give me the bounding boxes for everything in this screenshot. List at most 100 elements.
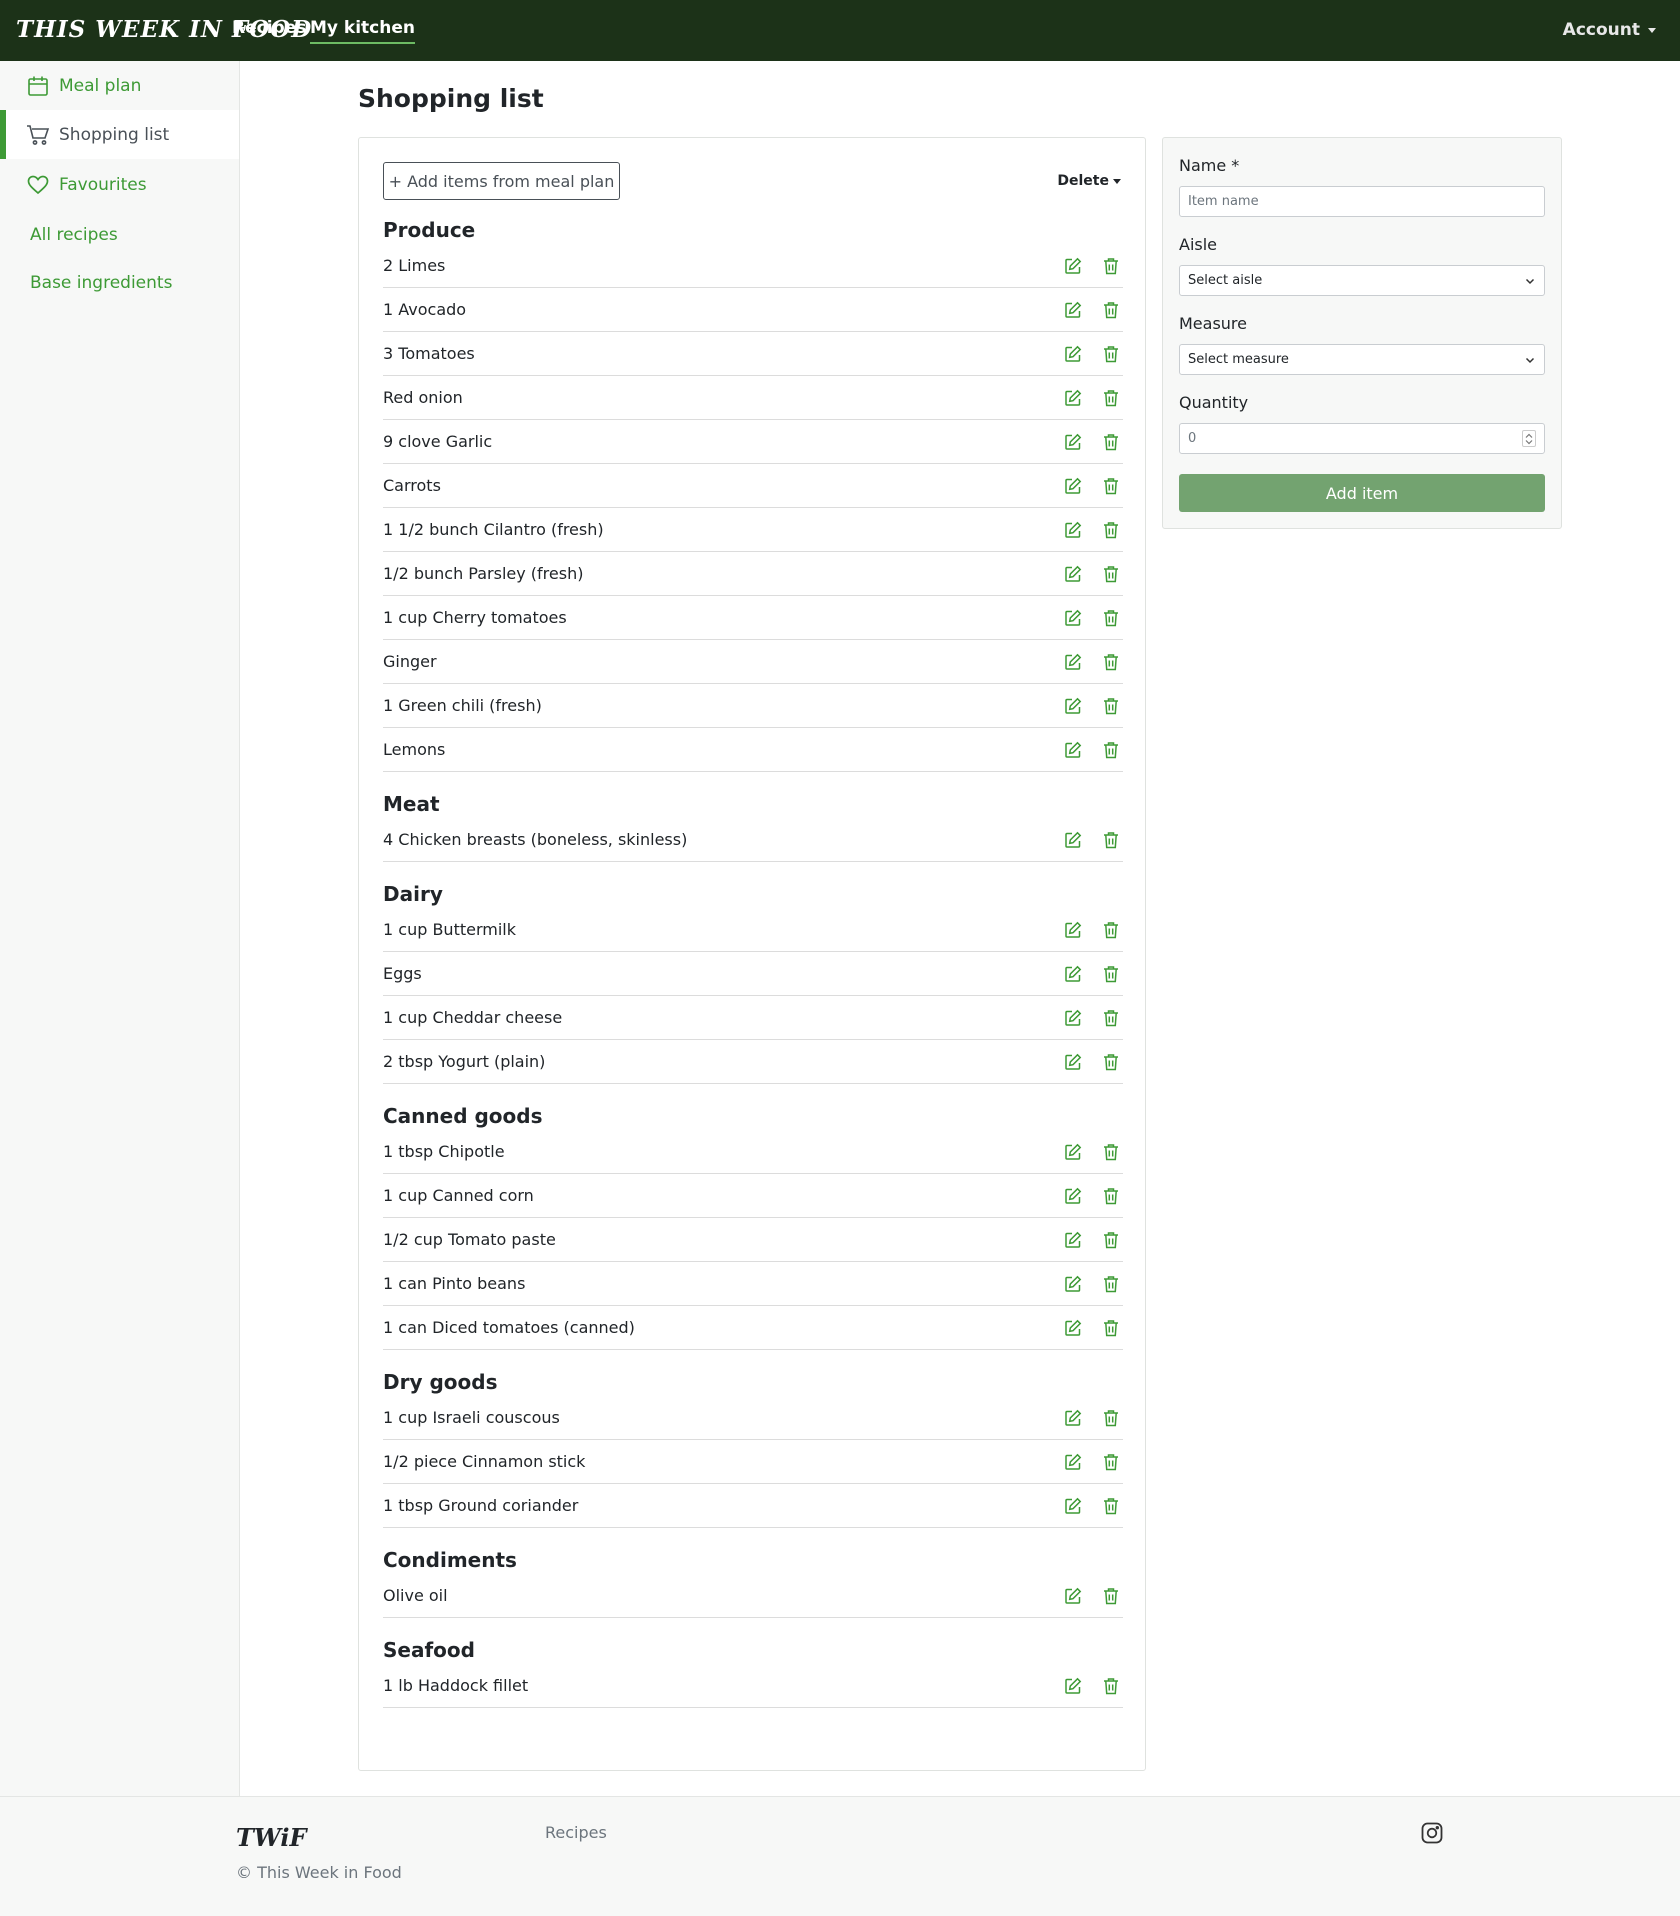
item-actions: [1045, 1452, 1121, 1472]
trash-icon[interactable]: [1101, 1586, 1121, 1606]
account-menu[interactable]: Account: [1563, 20, 1656, 40]
trash-icon[interactable]: [1101, 608, 1121, 628]
aisle-heading: Dry goods: [383, 1370, 498, 1394]
edit-icon[interactable]: [1063, 1408, 1083, 1428]
edit-icon[interactable]: [1063, 1586, 1083, 1606]
stepper-arrows-icon[interactable]: [1522, 430, 1536, 447]
trash-icon[interactable]: [1101, 964, 1121, 984]
edit-icon[interactable]: [1063, 1452, 1083, 1472]
edit-icon[interactable]: [1063, 920, 1083, 940]
trash-icon[interactable]: [1101, 520, 1121, 540]
list-item: Ginger: [383, 640, 1123, 684]
edit-icon[interactable]: [1063, 564, 1083, 584]
item-actions: [1045, 652, 1121, 672]
instagram-icon[interactable]: [1420, 1821, 1444, 1845]
aisle-select[interactable]: Select aisle: [1179, 265, 1545, 296]
sidebar-item-base-ingredients[interactable]: Base ingredients: [0, 258, 239, 307]
sidebar-item-favourites[interactable]: Favourites: [0, 160, 239, 209]
trash-icon[interactable]: [1101, 300, 1121, 320]
edit-icon[interactable]: [1063, 1318, 1083, 1338]
edit-icon[interactable]: [1063, 388, 1083, 408]
sidebar-item-meal-plan[interactable]: Meal plan: [0, 61, 239, 110]
edit-icon[interactable]: [1063, 1496, 1083, 1516]
footer-link-recipes[interactable]: Recipes: [545, 1823, 607, 1842]
quantity-stepper[interactable]: 0: [1179, 423, 1545, 454]
add-from-meal-plan-button[interactable]: + Add items from meal plan: [383, 162, 620, 200]
delete-dropdown[interactable]: Delete: [1057, 173, 1121, 189]
edit-icon[interactable]: [1063, 652, 1083, 672]
trash-icon[interactable]: [1101, 1274, 1121, 1294]
trash-icon[interactable]: [1101, 1186, 1121, 1206]
list-item-label: 1 cup Canned corn: [383, 1186, 534, 1205]
edit-icon[interactable]: [1063, 432, 1083, 452]
edit-icon[interactable]: [1063, 344, 1083, 364]
edit-icon[interactable]: [1063, 1008, 1083, 1028]
trash-icon[interactable]: [1101, 476, 1121, 496]
item-actions: [1045, 388, 1121, 408]
aisle-heading: Meat: [383, 792, 440, 816]
edit-icon[interactable]: [1063, 256, 1083, 276]
edit-icon[interactable]: [1063, 520, 1083, 540]
trash-icon[interactable]: [1101, 1408, 1121, 1428]
trash-icon[interactable]: [1101, 696, 1121, 716]
edit-icon[interactable]: [1063, 1142, 1083, 1162]
aisle-spacer: [383, 1350, 1123, 1362]
add-item-button[interactable]: Add item: [1179, 474, 1545, 512]
quantity-label: Quantity: [1179, 393, 1249, 412]
edit-icon[interactable]: [1063, 1186, 1083, 1206]
trash-icon[interactable]: [1101, 1142, 1121, 1162]
trash-icon[interactable]: [1101, 920, 1121, 940]
trash-icon[interactable]: [1101, 1008, 1121, 1028]
aisle-spacer: [383, 1528, 1123, 1540]
trash-icon[interactable]: [1101, 1452, 1121, 1472]
item-actions: [1045, 256, 1121, 276]
edit-icon[interactable]: [1063, 1274, 1083, 1294]
nav-my-kitchen[interactable]: My kitchen: [310, 18, 415, 44]
trash-icon[interactable]: [1101, 388, 1121, 408]
measure-select-value: Select measure: [1188, 352, 1289, 367]
aisle-heading: Canned goods: [383, 1104, 543, 1128]
edit-icon[interactable]: [1063, 1052, 1083, 1072]
trash-icon[interactable]: [1101, 740, 1121, 760]
trash-icon[interactable]: [1101, 1230, 1121, 1250]
trash-icon[interactable]: [1101, 256, 1121, 276]
measure-select[interactable]: Select measure: [1179, 344, 1545, 375]
trash-icon[interactable]: [1101, 432, 1121, 452]
edit-icon[interactable]: [1063, 1230, 1083, 1250]
list-item-label: 1 cup Buttermilk: [383, 920, 516, 939]
list-item: 1 lb Haddock fillet: [383, 1664, 1123, 1708]
edit-icon[interactable]: [1063, 830, 1083, 850]
trash-icon[interactable]: [1101, 1676, 1121, 1696]
item-actions: [1045, 1318, 1121, 1338]
footer-logo[interactable]: TWiF: [236, 1823, 307, 1852]
trash-icon[interactable]: [1101, 564, 1121, 584]
trash-icon[interactable]: [1101, 344, 1121, 364]
list-item: 1/2 piece Cinnamon stick: [383, 1440, 1123, 1484]
list-item: 1 Green chili (fresh): [383, 684, 1123, 728]
shopping-list-card: + Add items from meal plan Delete Produc…: [358, 137, 1146, 1771]
sidebar: Meal plan Shopping list Favourites All r…: [0, 61, 240, 1796]
sidebar-item-all-recipes[interactable]: All recipes: [0, 210, 239, 259]
item-name-input[interactable]: Item name: [1179, 186, 1545, 217]
list-item: Eggs: [383, 952, 1123, 996]
edit-icon[interactable]: [1063, 1676, 1083, 1696]
sidebar-item-shopping-list[interactable]: Shopping list: [0, 110, 239, 159]
trash-icon[interactable]: [1101, 830, 1121, 850]
nav-recipes[interactable]: Recipes: [232, 18, 306, 38]
edit-icon[interactable]: [1063, 608, 1083, 628]
list-item: 1 cup Buttermilk: [383, 908, 1123, 952]
edit-icon[interactable]: [1063, 964, 1083, 984]
edit-icon[interactable]: [1063, 696, 1083, 716]
trash-icon[interactable]: [1101, 652, 1121, 672]
delete-label: Delete: [1057, 173, 1109, 189]
trash-icon[interactable]: [1101, 1318, 1121, 1338]
trash-icon[interactable]: [1101, 1496, 1121, 1516]
edit-icon[interactable]: [1063, 476, 1083, 496]
page-title: Shopping list: [358, 84, 544, 113]
list-item: 4 Chicken breasts (boneless, skinless): [383, 818, 1123, 862]
edit-icon[interactable]: [1063, 300, 1083, 320]
edit-icon[interactable]: [1063, 740, 1083, 760]
aisle-spacer: [383, 1618, 1123, 1630]
chevron-down-icon: [1525, 354, 1535, 369]
trash-icon[interactable]: [1101, 1052, 1121, 1072]
